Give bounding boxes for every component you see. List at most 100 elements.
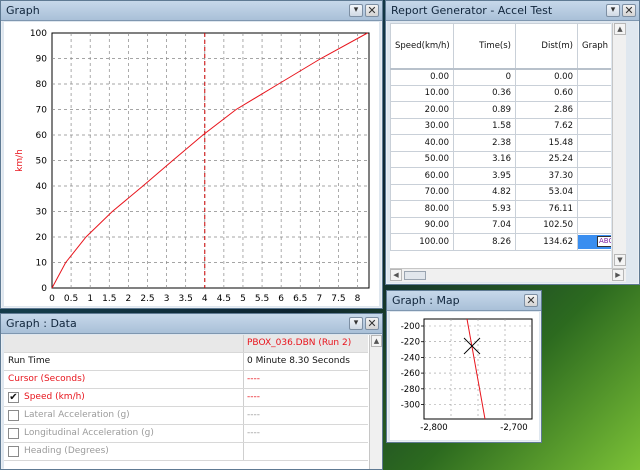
time-cell[interactable]: 2.38 xyxy=(453,134,516,152)
time-cell[interactable]: 8.26 xyxy=(453,233,516,251)
map-titlebar[interactable]: Graph : Map ✕ xyxy=(387,291,541,311)
table-row[interactable]: 10.00 0.36 0.60 xyxy=(390,84,611,102)
scroll-down-arrow-icon[interactable]: ▼ xyxy=(614,254,626,266)
report-table-container: Speed(km/h) Time(s) Dist(m) Graph run 0.… xyxy=(390,23,611,268)
data-row[interactable]: Lateral Acceleration (g) ---- xyxy=(4,407,368,425)
dist-cell[interactable]: 53.04 xyxy=(515,183,578,201)
scroll-up-arrow-icon[interactable]: ▲ xyxy=(614,23,626,35)
table-row[interactable]: 70.00 4.82 53.04 xyxy=(390,183,611,201)
dist-cell[interactable]: 15.48 xyxy=(515,134,578,152)
report-vertical-scrollbar[interactable]: ▲ ▼ xyxy=(612,23,626,268)
speed-cell[interactable]: 70.00 xyxy=(390,183,454,201)
data-titlebar[interactable]: Graph : Data ▾ ✕ xyxy=(1,314,382,334)
channel-checkbox[interactable] xyxy=(8,446,19,457)
table-row[interactable]: 30.00 1.58 7.62 xyxy=(390,117,611,135)
speed-time-chart[interactable]: 0 0.5 1 1.5 2 2.5 3 3.5 4 4.5 5 5.5 6 6.5 7 7.5 80102030… xyxy=(4,22,379,317)
scroll-right-arrow-icon[interactable]: ▶ xyxy=(612,269,624,281)
selected-cell[interactable]: ABC xyxy=(578,234,611,249)
map-close-button[interactable]: ✕ xyxy=(524,294,538,307)
time-cell[interactable]: 7.04 xyxy=(453,216,516,234)
x-tick-label: 3.5 xyxy=(179,294,193,304)
dist-cell[interactable]: 0.00 xyxy=(515,68,578,86)
graph-run-icon[interactable]: ABC xyxy=(597,235,611,247)
data-grid: PBOX_036.DBN (Run 2) Run Time 0 Minute 8.… xyxy=(4,335,382,469)
graph-run-cell[interactable] xyxy=(577,200,611,218)
dist-cell[interactable]: 7.62 xyxy=(515,117,578,135)
speed-cell[interactable]: 90.00 xyxy=(390,216,454,234)
time-cell[interactable]: 0.36 xyxy=(453,84,516,102)
report-titlebar[interactable]: Report Generator - Accel Test ▾ ✕ xyxy=(386,1,639,21)
graph-window-title: Graph xyxy=(6,4,40,17)
scroll-left-arrow-icon[interactable]: ◀ xyxy=(390,269,402,281)
data-row[interactable]: Cursor (Seconds) ---- xyxy=(4,371,368,389)
graph-menu-button[interactable]: ▾ xyxy=(349,4,363,17)
data-row[interactable]: ✔ Speed (km/h) ---- xyxy=(4,389,368,407)
track-map[interactable]: -200 -220 -240 -260 -280 -300 -2,800 -2,700 xyxy=(390,312,539,440)
time-cell[interactable]: 0.89 xyxy=(453,101,516,119)
speed-cell[interactable]: 40.00 xyxy=(390,134,454,152)
data-row[interactable]: Run Time 0 Minute 8.30 Seconds xyxy=(4,353,368,371)
speed-cell[interactable]: 30.00 xyxy=(390,117,454,135)
dist-cell[interactable]: 76.11 xyxy=(515,200,578,218)
speed-cell[interactable]: 0.00 xyxy=(390,68,454,86)
column-header-time[interactable]: Time(s) xyxy=(453,23,516,70)
table-row[interactable]: 90.00 7.04 102.50 xyxy=(390,216,611,234)
table-row[interactable]: 60.00 3.95 37.30 xyxy=(390,167,611,185)
dist-cell[interactable]: 102.50 xyxy=(515,216,578,234)
table-row[interactable]: 50.00 3.16 25.24 xyxy=(390,150,611,168)
map-window: Graph : Map ✕ -200 -220 -240 -260 -280 -300 -2… xyxy=(386,290,542,443)
column-header-graph-run[interactable]: Graph run xyxy=(577,23,611,70)
table-row[interactable]: 80.00 5.93 76.11 xyxy=(390,200,611,218)
report-close-button[interactable]: ✕ xyxy=(622,4,636,17)
graph-run-cell[interactable] xyxy=(577,101,611,119)
report-menu-button[interactable]: ▾ xyxy=(606,4,620,17)
data-close-button[interactable]: ✕ xyxy=(365,317,379,330)
data-row[interactable]: Longitudinal Acceleration (g) ---- xyxy=(4,425,368,443)
speed-cell[interactable]: 80.00 xyxy=(390,200,454,218)
dist-cell[interactable]: 134.62 xyxy=(515,233,578,251)
time-cell[interactable]: 3.16 xyxy=(453,150,516,168)
table-row[interactable]: 20.00 0.89 2.86 xyxy=(390,101,611,119)
graph-run-cell[interactable] xyxy=(577,134,611,152)
speed-cell[interactable]: 10.00 xyxy=(390,84,454,102)
column-header-speed[interactable]: Speed(km/h) xyxy=(390,23,454,70)
graph-run-cell[interactable] xyxy=(577,117,611,135)
speed-cell[interactable]: 100.00 xyxy=(390,233,454,251)
graph-run-cell[interactable] xyxy=(577,167,611,185)
time-cell[interactable]: 0 xyxy=(453,68,516,86)
report-horizontal-scrollbar[interactable]: ◀ ▶ xyxy=(390,268,626,282)
graph-run-cell[interactable] xyxy=(577,216,611,234)
data-menu-button[interactable]: ▾ xyxy=(349,317,363,330)
channel-checkbox[interactable]: ✔ xyxy=(8,392,19,403)
time-cell[interactable]: 1.58 xyxy=(453,117,516,135)
graph-titlebar[interactable]: Graph ▾ ✕ xyxy=(1,1,382,21)
table-row[interactable]: 0.00 0 0.00 xyxy=(390,68,611,86)
speed-cell[interactable]: 20.00 xyxy=(390,101,454,119)
x-tick-label: 2.5 xyxy=(140,294,154,304)
time-cell[interactable]: 4.82 xyxy=(453,183,516,201)
graph-run-cell[interactable] xyxy=(577,84,611,102)
graph-run-cell[interactable] xyxy=(577,150,611,168)
dist-cell[interactable]: 0.60 xyxy=(515,84,578,102)
data-vertical-scrollbar[interactable]: ▲ xyxy=(369,335,382,469)
speed-cell[interactable]: 50.00 xyxy=(390,150,454,168)
data-row[interactable]: Heading (Degrees) xyxy=(4,443,368,461)
column-header-dist[interactable]: Dist(m) xyxy=(515,23,578,70)
graph-run-cell[interactable] xyxy=(577,183,611,201)
speed-cell[interactable]: 60.00 xyxy=(390,167,454,185)
y-tick-label: 0 xyxy=(41,284,47,294)
scroll-up-arrow-icon[interactable]: ▲ xyxy=(371,335,382,347)
graph-run-cell[interactable] xyxy=(577,68,611,86)
time-cell[interactable]: 3.95 xyxy=(453,167,516,185)
dist-cell[interactable]: 37.30 xyxy=(515,167,578,185)
channel-checkbox[interactable] xyxy=(8,410,19,421)
table-row[interactable]: 100.00 8.26 134.62 ABC xyxy=(390,233,611,251)
time-cell[interactable]: 5.93 xyxy=(453,200,516,218)
channel-checkbox[interactable] xyxy=(8,428,19,439)
graph-run-cell[interactable]: ABC xyxy=(577,233,611,251)
dist-cell[interactable]: 2.86 xyxy=(515,101,578,119)
horizontal-scroll-thumb[interactable] xyxy=(404,271,426,280)
table-row[interactable]: 40.00 2.38 15.48 xyxy=(390,134,611,152)
dist-cell[interactable]: 25.24 xyxy=(515,150,578,168)
graph-close-button[interactable]: ✕ xyxy=(365,4,379,17)
